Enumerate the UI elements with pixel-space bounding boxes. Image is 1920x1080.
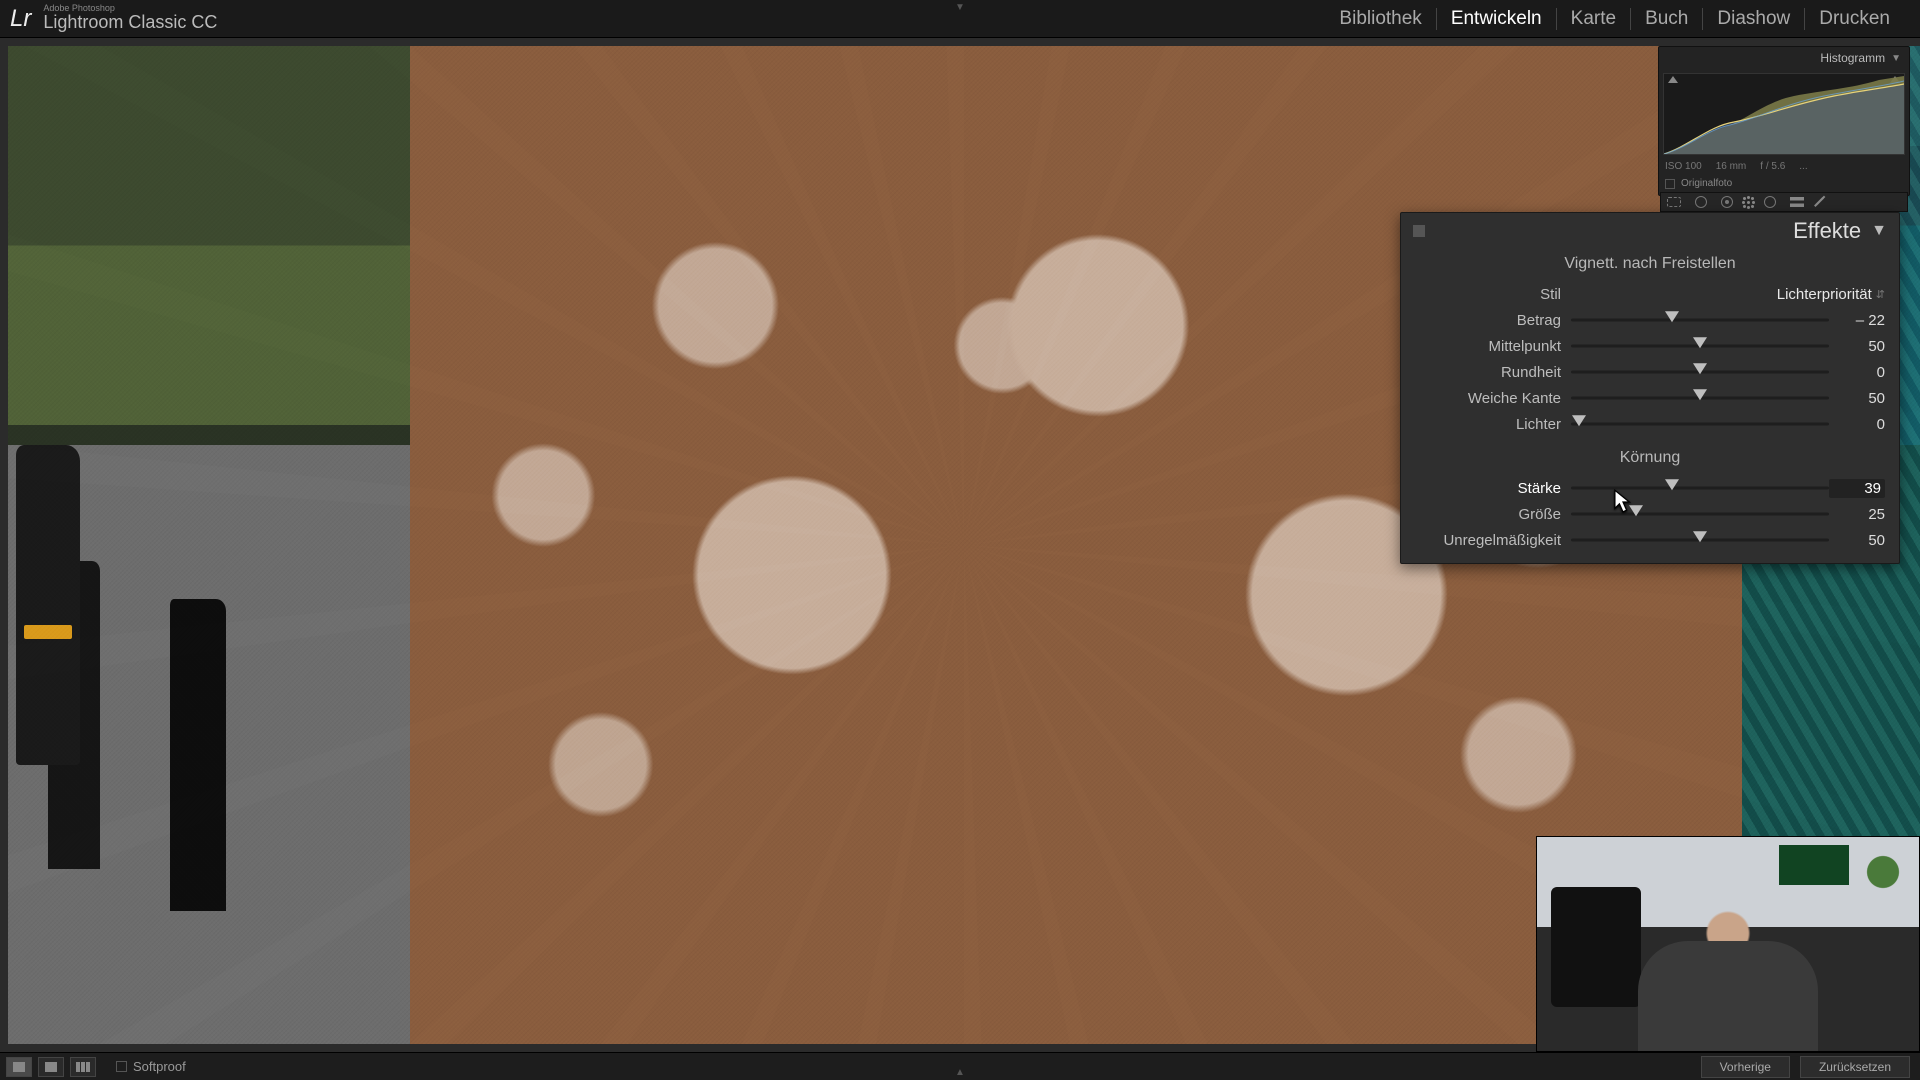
vignette-label-3: Weiche Kante	[1421, 390, 1571, 407]
view-survey-button[interactable]	[70, 1057, 96, 1077]
previous-button[interactable]: Vorherige	[1701, 1056, 1790, 1078]
histogram-header[interactable]: Histogramm ▼	[1659, 47, 1909, 69]
module-tab-entwickeln[interactable]: Entwickeln	[1437, 8, 1557, 30]
slider-thumb-icon[interactable]	[1693, 337, 1707, 348]
vignette-style-label: Stil	[1421, 286, 1571, 303]
vignette-row-0: Betrag – 22	[1401, 307, 1899, 333]
grain-row-1: Größe 25	[1401, 501, 1899, 527]
grain-label-2: Unregelmäßigkeit	[1421, 532, 1571, 549]
vignette-value-0[interactable]: – 22	[1829, 312, 1885, 329]
chevron-down-icon[interactable]: ▼	[1891, 53, 1901, 64]
histogram-meta-item: ...	[1799, 161, 1807, 172]
radial-tool-icon[interactable]	[1747, 201, 1750, 204]
module-tab-buch[interactable]: Buch	[1631, 8, 1703, 30]
slider-thumb-icon[interactable]	[1629, 505, 1643, 516]
checkbox-icon[interactable]	[116, 1061, 127, 1072]
redeye-tool-icon[interactable]	[1721, 196, 1733, 208]
grain-label-0: Stärke	[1421, 480, 1571, 497]
expand-bottom-icon[interactable]: ▲	[955, 1067, 965, 1078]
histogram-meta-item: ISO 100	[1665, 161, 1702, 172]
slider-thumb-icon[interactable]	[1693, 363, 1707, 374]
app-logo: Lr	[10, 5, 31, 33]
checkbox-icon[interactable]	[1665, 179, 1675, 189]
grain-value-1[interactable]: 25	[1829, 506, 1885, 523]
app-topbar: Lr Adobe Photoshop Lightroom Classic CC …	[0, 0, 1920, 38]
crop-tool-icon[interactable]	[1667, 197, 1681, 207]
vignette-slider-4[interactable]	[1571, 417, 1829, 431]
effects-header[interactable]: Effekte ▼	[1401, 213, 1899, 249]
grain-section-title: Körnung	[1401, 449, 1899, 467]
vignette-value-2[interactable]: 0	[1829, 364, 1885, 381]
module-tab-diashow[interactable]: Diashow	[1703, 8, 1805, 30]
histogram-title: Histogramm	[1820, 51, 1885, 65]
grain-slider-1[interactable]	[1571, 507, 1829, 521]
vignette-label-2: Rundheit	[1421, 364, 1571, 381]
vignette-label-1: Mittelpunkt	[1421, 338, 1571, 355]
vignette-section-title: Vignett. nach Freistellen	[1401, 255, 1899, 273]
local-tool-strip	[1660, 192, 1908, 212]
vignette-row-4: Lichter 0	[1401, 411, 1899, 437]
dropdown-icon[interactable]: ⇵	[1876, 288, 1885, 301]
softproof-label: Softproof	[133, 1059, 186, 1074]
vignette-slider-3[interactable]	[1571, 391, 1829, 405]
chevron-down-icon[interactable]: ▼	[1871, 222, 1887, 240]
vignette-slider-2[interactable]	[1571, 365, 1829, 379]
histogram-original-label: Originalfoto	[1681, 178, 1732, 189]
grain-slider-0[interactable]	[1571, 481, 1829, 495]
histogram-chart[interactable]	[1663, 73, 1905, 155]
effects-title: Effekte	[1793, 218, 1861, 244]
vignette-row-1: Mittelpunkt 50	[1401, 333, 1899, 359]
vignette-style-value[interactable]: Lichterpriorität	[1571, 286, 1876, 303]
app-brand: Adobe Photoshop Lightroom Classic CC	[37, 4, 217, 33]
brush-tool-icon[interactable]	[1790, 197, 1804, 207]
graduated-tool-icon[interactable]	[1764, 196, 1776, 208]
vignette-row-2: Rundheit 0	[1401, 359, 1899, 385]
grain-label-1: Größe	[1421, 506, 1571, 523]
histogram-panel: Histogramm ▼ ISO 100 16 mm f / 5.6... Orig…	[1658, 46, 1910, 196]
vignette-value-3[interactable]: 50	[1829, 390, 1885, 407]
slider-thumb-icon[interactable]	[1693, 531, 1707, 542]
grain-row-0: Stärke 39	[1401, 475, 1899, 501]
histogram-meta-item: 16 mm	[1716, 161, 1747, 172]
slider-thumb-icon[interactable]	[1665, 311, 1679, 322]
grain-value-2[interactable]: 50	[1829, 532, 1885, 549]
slider-thumb-icon[interactable]	[1665, 479, 1679, 490]
grain-row-2: Unregelmäßigkeit 50	[1401, 527, 1899, 553]
vignette-slider-0[interactable]	[1571, 313, 1829, 327]
vignette-value-4[interactable]: 0	[1829, 416, 1885, 433]
vignette-label-4: Lichter	[1421, 416, 1571, 433]
grain-slider-2[interactable]	[1571, 533, 1829, 547]
slider-thumb-icon[interactable]	[1693, 389, 1707, 400]
reset-button[interactable]: Zurücksetzen	[1800, 1056, 1910, 1078]
webcam-overlay	[1536, 836, 1920, 1052]
vignette-value-1[interactable]: 50	[1829, 338, 1885, 355]
view-loupe-button[interactable]	[6, 1057, 32, 1077]
vignette-row-3: Weiche Kante 50	[1401, 385, 1899, 411]
adjust-tool-icon[interactable]	[1814, 197, 1824, 207]
grain-value-0[interactable]: 39	[1829, 479, 1885, 498]
panel-toggle-icon[interactable]	[1413, 225, 1425, 237]
vignette-label-0: Betrag	[1421, 312, 1571, 329]
slider-thumb-icon[interactable]	[1572, 415, 1586, 426]
softproof-toggle[interactable]: Softproof	[116, 1059, 186, 1074]
module-switcher: BibliothekEntwickelnKarteBuchDiashowDruc…	[1325, 8, 1920, 30]
view-compare-button[interactable]	[38, 1057, 64, 1077]
histogram-meta-item: f / 5.6	[1760, 161, 1785, 172]
spot-tool-icon[interactable]	[1695, 196, 1707, 208]
module-tab-karte[interactable]: Karte	[1557, 8, 1631, 30]
vignette-style-row[interactable]: Stil Lichterpriorität ⇵	[1401, 281, 1899, 307]
vignette-slider-1[interactable]	[1571, 339, 1829, 353]
module-tab-drucken[interactable]: Drucken	[1805, 8, 1904, 30]
histogram-meta: ISO 100 16 mm f / 5.6...	[1659, 159, 1909, 176]
expand-top-icon[interactable]: ▼	[955, 2, 965, 13]
effects-panel: Effekte ▼ Vignett. nach Freistellen Stil…	[1400, 212, 1900, 564]
module-tab-bibliothek[interactable]: Bibliothek	[1325, 8, 1436, 30]
